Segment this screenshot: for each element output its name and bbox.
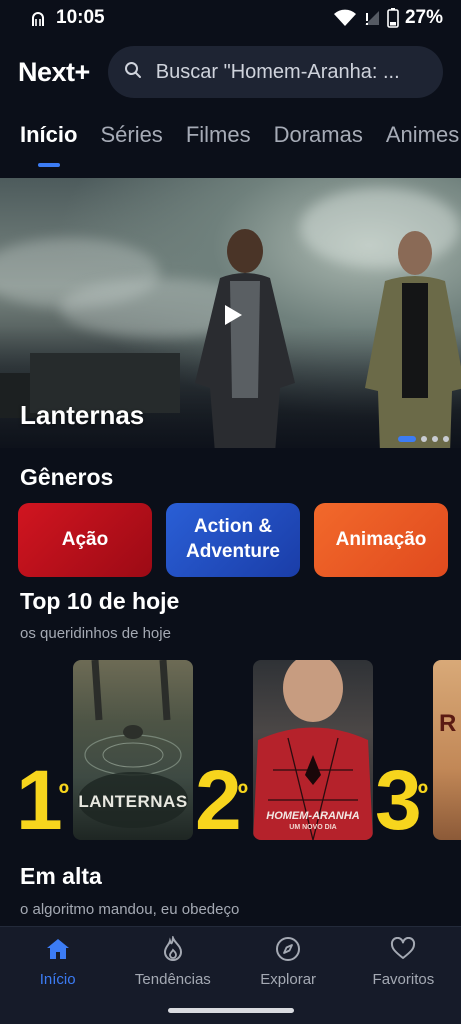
home-indicator[interactable] bbox=[168, 1008, 294, 1013]
genres-title: Gêneros bbox=[20, 464, 114, 490]
rank-number: 3º bbox=[375, 758, 428, 842]
top10-item[interactable]: HOMEM-ARANHA UM NOVO DIA 2º bbox=[195, 660, 395, 842]
signal-icon bbox=[363, 9, 381, 27]
rank-ordinal: º bbox=[237, 778, 248, 809]
genre-label: Action & Adventure bbox=[186, 516, 280, 562]
poster-third[interactable]: R bbox=[433, 660, 461, 840]
search-input[interactable]: Buscar "Homem-Aranha: ... bbox=[156, 61, 400, 84]
genres-row: Ação Action & Adventure Animação bbox=[18, 503, 461, 577]
poster-lanternas[interactable]: LANTERNAS bbox=[73, 660, 193, 840]
poster-title: R bbox=[439, 710, 457, 737]
trending-subtitle: o algoritmo mandou, eu obedeço bbox=[20, 901, 240, 918]
tab-filmes[interactable]: Filmes bbox=[186, 112, 251, 172]
flame-icon bbox=[162, 935, 184, 963]
top10-subtitle: os queridinhos de hoje bbox=[20, 625, 171, 642]
genre-card-action-adventure[interactable]: Action & Adventure bbox=[166, 503, 300, 577]
tab-inicio[interactable]: Início bbox=[20, 112, 77, 172]
top10-item[interactable]: R 3º bbox=[375, 660, 461, 842]
rank-number: 1º bbox=[16, 758, 69, 842]
status-time: 10:05 bbox=[56, 7, 105, 28]
carousel-dot-active[interactable] bbox=[398, 436, 416, 442]
tab-series[interactable]: Séries bbox=[100, 112, 162, 172]
compass-icon bbox=[275, 935, 301, 963]
genre-card-animacao[interactable]: Animação bbox=[314, 503, 448, 577]
nav-item-inicio[interactable]: Início bbox=[0, 935, 115, 1024]
play-icon[interactable] bbox=[220, 303, 244, 327]
rank-digit: 1 bbox=[16, 753, 63, 842]
rank-number: 2º bbox=[195, 758, 248, 842]
poster-title: HOMEM-ARANHA bbox=[266, 810, 360, 822]
poster-title: LANTERNAS bbox=[78, 792, 188, 811]
rank-digit: 2 bbox=[195, 753, 242, 842]
notification-icon bbox=[30, 9, 46, 27]
nav-label: Favoritos bbox=[372, 971, 435, 988]
rank-ordinal: º bbox=[58, 778, 69, 809]
tab-animes[interactable]: Animes bbox=[386, 112, 459, 172]
nav-label: Explorar bbox=[260, 971, 317, 988]
top10-title: Top 10 de hoje bbox=[20, 588, 180, 614]
battery-percent: 27% bbox=[404, 7, 443, 28]
poster-homem-aranha[interactable]: HOMEM-ARANHA UM NOVO DIA bbox=[253, 660, 373, 840]
wifi-icon bbox=[333, 9, 357, 27]
app-logo[interactable]: Next+ bbox=[18, 57, 90, 88]
poster-subtitle: UM NOVO DIA bbox=[289, 824, 337, 831]
top10-item[interactable]: LANTERNAS 1º bbox=[0, 660, 200, 842]
nav-item-favoritos[interactable]: Favoritos bbox=[346, 935, 461, 1024]
rank-ordinal: º bbox=[417, 778, 428, 809]
genre-card-acao[interactable]: Ação bbox=[18, 503, 152, 577]
hero-actor-figure bbox=[195, 229, 295, 448]
home-icon bbox=[45, 935, 71, 963]
top10-carousel: LANTERNAS 1º HOMEM-ARANHA UM NOVO DIA 2º… bbox=[0, 660, 461, 842]
hero-title: Lanternas bbox=[20, 400, 145, 430]
battery-icon bbox=[387, 8, 399, 28]
trending-title: Em alta bbox=[20, 863, 102, 889]
carousel-dot[interactable] bbox=[443, 436, 449, 442]
hero-banner[interactable]: Lanternas bbox=[0, 178, 461, 448]
app-header: Next+ Buscar "Homem-Aranha: ... bbox=[0, 44, 461, 100]
search-bar[interactable]: Buscar "Homem-Aranha: ... bbox=[107, 46, 443, 98]
hero-actor-figure bbox=[365, 231, 461, 448]
carousel-indicator bbox=[398, 436, 449, 442]
tab-doramas[interactable]: Doramas bbox=[274, 112, 363, 172]
carousel-dot[interactable] bbox=[432, 436, 438, 442]
nav-label: Início bbox=[39, 971, 76, 988]
nav-label: Tendências bbox=[134, 971, 211, 988]
heart-icon bbox=[390, 935, 416, 963]
rank-digit: 3 bbox=[375, 753, 422, 842]
poster-art bbox=[78, 660, 188, 828]
carousel-dot[interactable] bbox=[421, 436, 427, 442]
search-icon bbox=[124, 61, 142, 84]
category-tabs: Início Séries Filmes Doramas Animes bbox=[0, 112, 461, 172]
status-bar: 10:05 27% bbox=[0, 0, 461, 36]
